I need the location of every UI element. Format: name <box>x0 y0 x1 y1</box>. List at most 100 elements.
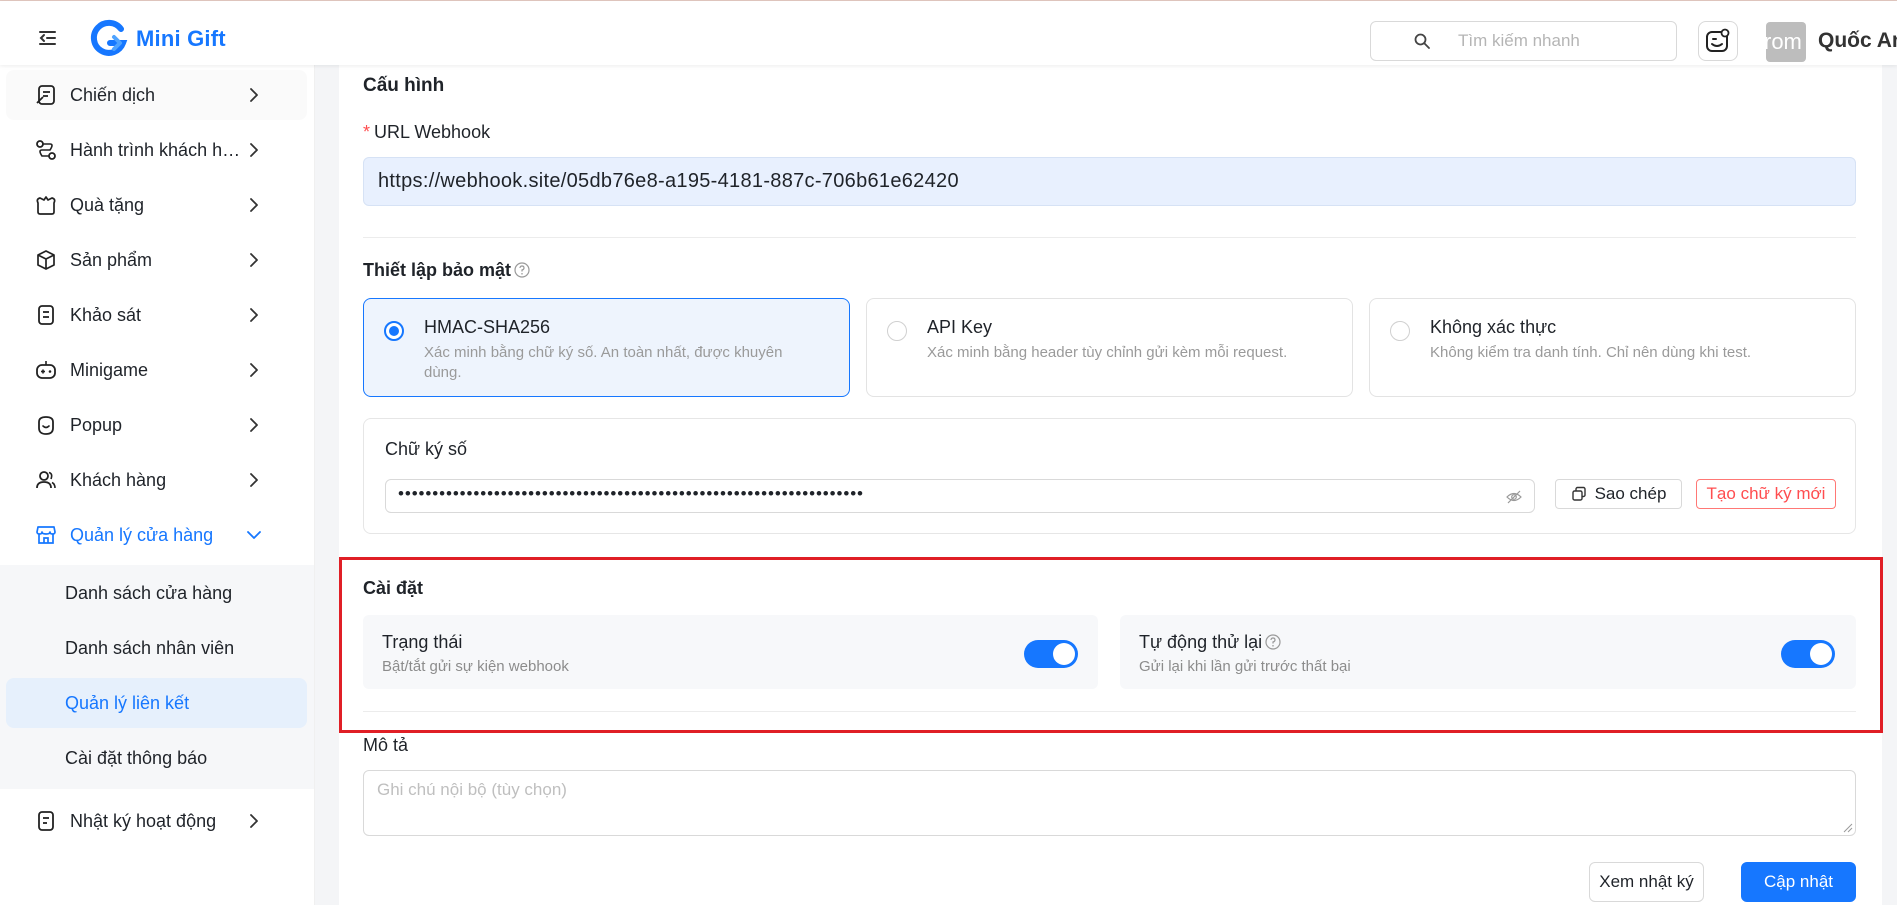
submenu-item-store-list[interactable]: Danh sách cửa hàng <box>6 568 307 618</box>
security-option-hmac[interactable]: HMAC-SHA256 Xác minh bằng chữ ký số. An … <box>363 298 850 397</box>
game-icon <box>34 358 58 382</box>
sidebar-item-label: Khách hàng <box>70 469 167 490</box>
sidebar-item-gifts[interactable]: Quà tặng <box>6 180 307 230</box>
description-placeholder: Ghi chú nội bộ (tùy chọn) <box>377 780 567 799</box>
help-icon[interactable] <box>514 262 530 278</box>
chevron-right-icon <box>250 308 258 322</box>
regenerate-signature-button[interactable]: Tạo chữ ký mới <box>1696 479 1836 509</box>
journey-icon <box>34 138 58 162</box>
submenu-item-label: Danh sách cửa hàng <box>65 582 233 603</box>
gift-icon <box>34 193 58 217</box>
status-description: Bật/tắt gửi sự kiện webhook <box>382 658 569 675</box>
chevron-right-icon <box>250 198 258 212</box>
status-toggle[interactable] <box>1024 640 1078 668</box>
quick-search[interactable] <box>1370 21 1677 61</box>
status-title: Trạng thái <box>382 632 463 652</box>
signature-panel: Chữ ký số ••••••••••••••••••••••••••••••… <box>363 418 1856 534</box>
sidebar-item-label: Chiến dịch <box>70 84 156 105</box>
divider <box>363 711 1856 712</box>
option-title: HMAC-SHA256 <box>424 317 551 337</box>
chevron-right-icon <box>250 143 258 157</box>
signature-masked-value: ••••••••••••••••••••••••••••••••••••••••… <box>398 484 864 503</box>
sidebar-item-surveys[interactable]: Khảo sát <box>6 290 307 340</box>
avatar[interactable]: rom <box>1766 22 1806 62</box>
sidebar-item-popup[interactable]: Popup <box>6 400 307 450</box>
copy-button-label: Sao chép <box>1594 484 1667 503</box>
assistant-icon <box>1706 28 1730 52</box>
search-icon <box>1414 33 1430 49</box>
logo[interactable]: Mini Gift <box>88 19 226 59</box>
store-submenu: Danh sách cửa hàng Danh sách nhân viên Q… <box>0 565 315 789</box>
menu-toggle-icon[interactable] <box>38 29 60 47</box>
sidebar-item-minigame[interactable]: Minigame <box>6 345 307 395</box>
url-label-text: URL Webhook <box>374 122 491 142</box>
copy-icon <box>1571 486 1586 501</box>
logo-text: Mini Gift <box>136 26 226 51</box>
update-button[interactable]: Cập nhật <box>1741 862 1856 902</box>
sidebar-item-customers[interactable]: Khách hàng <box>6 455 307 505</box>
option-description: Xác minh bằng chữ ký số. An toàn nhất, đ… <box>424 344 783 381</box>
description-textarea[interactable]: Ghi chú nội bộ (tùy chọn) <box>363 770 1856 836</box>
campaign-icon <box>34 83 58 107</box>
sidebar-item-label: Quản lý cửa hàng <box>70 524 214 545</box>
search-input[interactable] <box>1458 31 1658 51</box>
user-name[interactable]: Quốc An <box>1818 29 1897 53</box>
chevron-right-icon <box>250 418 258 432</box>
submenu-item-staff-list[interactable]: Danh sách nhân viên <box>6 623 307 673</box>
option-title: Không xác thực <box>1430 317 1557 337</box>
webhook-url-input[interactable]: https://webhook.site/05db76e8-a195-4181-… <box>363 157 1856 206</box>
signature-input[interactable]: ••••••••••••••••••••••••••••••••••••••••… <box>385 479 1535 513</box>
signature-label: Chữ ký số <box>385 439 468 459</box>
auto-retry-toggle[interactable] <box>1781 640 1835 668</box>
required-mark: * <box>363 122 371 142</box>
config-section-title: Cấu hình <box>363 75 445 96</box>
copy-button[interactable]: Sao chép <box>1555 479 1682 509</box>
sidebar-item-label: Minigame <box>70 359 149 380</box>
sidebar-item-label: Quà tặng <box>70 194 145 215</box>
radio-unselected[interactable] <box>1390 321 1410 341</box>
main-content: Cấu hình * URL Webhook https://webhook.si… <box>315 65 1897 905</box>
description-label: Mô tả <box>363 735 409 755</box>
users-icon <box>34 468 58 492</box>
sidebar-item-activity-log[interactable]: Nhật ký hoạt động <box>6 796 307 846</box>
sidebar: Chiến dịch Hành trình khách hàng Quà tặn… <box>0 65 315 905</box>
sidebar-item-label: Nhật ký hoạt động <box>70 810 217 831</box>
auto-retry-description: Gửi lại khi lần gửi trước thất bại <box>1139 658 1351 675</box>
sidebar-item-label: Sản phẩm <box>70 249 153 270</box>
app-header: Mini Gift rom Quốc An <box>0 1 1897 65</box>
security-option-api-key[interactable]: API Key Xác minh bằng header tùy chỉnh g… <box>866 298 1353 397</box>
view-log-button[interactable]: Xem nhật ký <box>1589 862 1704 902</box>
radio-unselected[interactable] <box>887 321 907 341</box>
security-option-no-auth[interactable]: Không xác thực Không kiểm tra danh tính.… <box>1369 298 1856 397</box>
sidebar-item-store-management[interactable]: Quản lý cửa hàng <box>6 510 307 560</box>
chevron-right-icon <box>250 253 258 267</box>
status-setting: Trạng thái Bật/tắt gửi sự kiện webhook <box>363 615 1098 689</box>
sidebar-item-label: Khảo sát <box>70 304 142 325</box>
sidebar-item-customer-journey[interactable]: Hành trình khách hàng <box>6 125 307 175</box>
settings-section-title: Cài đặt <box>363 578 424 598</box>
sidebar-item-campaigns[interactable]: Chiến dịch <box>6 70 307 120</box>
box-icon <box>34 248 58 272</box>
help-icon[interactable] <box>1265 634 1281 650</box>
eye-off-icon[interactable] <box>1506 489 1522 505</box>
option-description: Không kiểm tra danh tính. Chỉ nên dùng k… <box>1430 344 1752 361</box>
option-description: Xác minh bằng header tùy chỉnh gửi kèm m… <box>927 344 1288 361</box>
store-icon <box>34 523 58 547</box>
chevron-right-icon <box>250 473 258 487</box>
auto-retry-title: Tự động thử lại <box>1139 632 1281 653</box>
submenu-item-notification-settings[interactable]: Cài đặt thông báo <box>6 733 307 783</box>
resize-handle-icon[interactable] <box>1843 823 1853 833</box>
submenu-item-label: Cài đặt thông báo <box>65 747 208 768</box>
security-title-text: Thiết lập bảo mật <box>363 260 512 280</box>
sidebar-item-label: Hành trình khách hàng <box>70 139 242 160</box>
sidebar-item-label: Popup <box>70 414 123 435</box>
logo-icon <box>90 19 128 56</box>
assistant-button[interactable] <box>1698 21 1738 61</box>
auto-retry-setting: Tự động thử lại Gửi lại khi lần gửi trướ… <box>1120 615 1856 689</box>
sidebar-item-products[interactable]: Sản phẩm <box>6 235 307 285</box>
divider <box>363 237 1856 238</box>
url-label: * URL Webhook <box>363 122 490 143</box>
radio-selected[interactable] <box>384 321 404 341</box>
submenu-item-link-management[interactable]: Quản lý liên kết <box>6 678 307 728</box>
submenu-item-label: Quản lý liên kết <box>65 692 190 713</box>
